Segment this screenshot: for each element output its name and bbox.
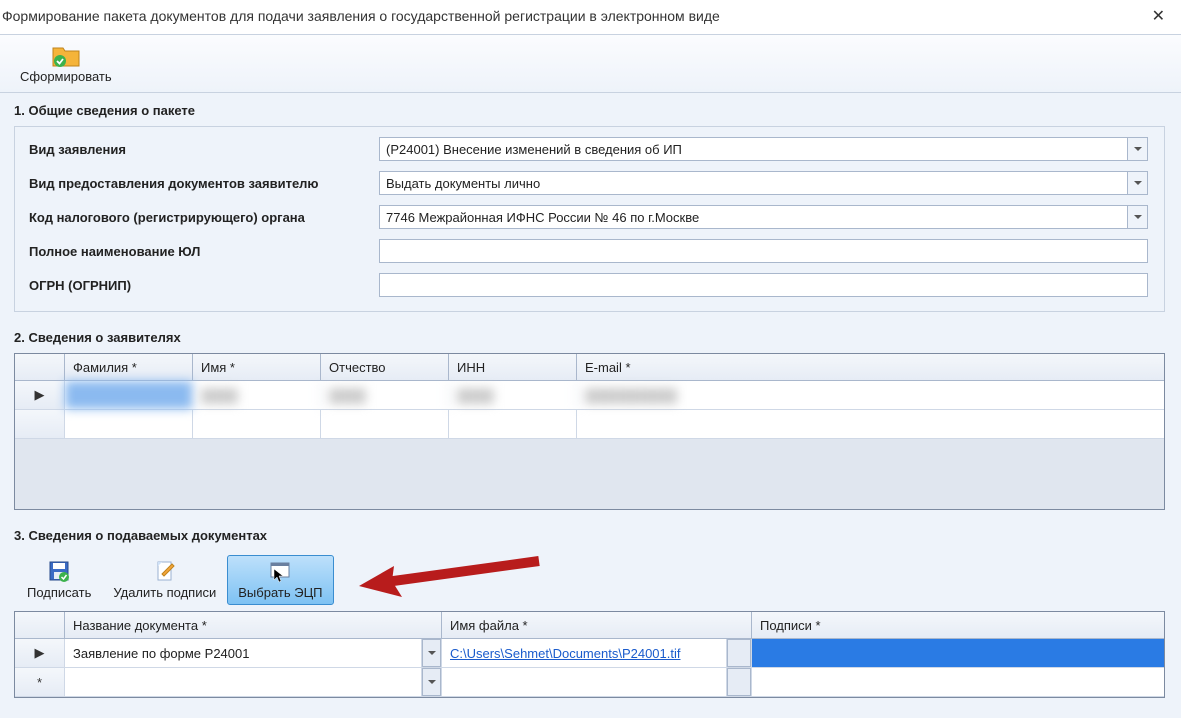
documents-row[interactable]: ▶ Заявление по форме Р24001 C:\Users\Seh… [15, 639, 1164, 668]
application-type-value: (Р24001) Внесение изменений в сведения о… [379, 137, 1128, 161]
applicant-firstname-cell[interactable]: ████ [193, 381, 321, 409]
row-selector[interactable]: ▶ [15, 381, 65, 409]
section-general-info: 1. Общие сведения о пакете Вид заявления… [14, 103, 1165, 312]
section-documents: 3. Сведения о подаваемых документах Подп… [14, 528, 1165, 698]
sign-button[interactable]: Подписать [16, 555, 102, 605]
documents-grid: Название документа * Имя файла * Подписи… [14, 611, 1165, 698]
delivery-method-label: Вид предоставления документов заявителю [29, 176, 379, 191]
sign-button-label: Подписать [27, 585, 91, 600]
folder-check-icon [51, 43, 81, 69]
doc-name-cell[interactable] [65, 668, 422, 696]
doc-file-cell[interactable]: C:\Users\Sehmet\Documents\P24001.tif [442, 639, 727, 667]
tax-code-dropdown-button[interactable] [1128, 205, 1148, 229]
main-toolbar: Сформировать [0, 35, 1181, 93]
section-applicants: 2. Сведения о заявителях Фамилия * Имя *… [14, 330, 1165, 510]
legal-full-name-label: Полное наименование ЮЛ [29, 244, 379, 259]
application-type-label: Вид заявления [29, 142, 379, 157]
applicant-lastname-cell[interactable] [65, 410, 193, 438]
ogrn-label: ОГРН (ОГРНИП) [29, 278, 379, 293]
choose-ecp-button[interactable]: Выбрать ЭЦП [227, 555, 333, 605]
choose-ecp-label: Выбрать ЭЦП [238, 585, 322, 600]
documents-new-row[interactable]: * [15, 668, 1164, 697]
ogrn-input[interactable] [379, 273, 1148, 297]
applicant-patronymic-cell[interactable] [321, 410, 449, 438]
applicant-email-cell[interactable]: ██████████ [577, 381, 1164, 409]
delivery-method-select[interactable]: Выдать документы лично [379, 171, 1148, 195]
chevron-down-icon [1134, 181, 1142, 185]
applicants-empty-row[interactable] [15, 410, 1164, 439]
applicants-firstname-header[interactable]: Имя * [193, 354, 321, 380]
applicants-inn-header[interactable]: ИНН [449, 354, 577, 380]
docs-name-header[interactable]: Название документа * [65, 612, 442, 638]
row-selector[interactable]: * [15, 668, 65, 696]
doc-file-browse-button[interactable] [727, 639, 752, 667]
applicant-lastname-cell[interactable]: ██████ [65, 381, 193, 409]
cursor-icon [272, 567, 288, 583]
close-button[interactable]: ✕ [1146, 4, 1171, 28]
applicant-patronymic-cell[interactable]: ████ [321, 381, 449, 409]
section1-title: 1. Общие сведения о пакете [14, 103, 1165, 118]
applicants-selector-header [15, 354, 65, 380]
applicant-email-cell[interactable] [577, 410, 1164, 438]
docs-signatures-header[interactable]: Подписи * [752, 612, 1164, 638]
applicants-email-header[interactable]: E-mail * [577, 354, 1164, 380]
doc-signatures-cell[interactable] [752, 639, 1164, 667]
docs-file-header[interactable]: Имя файла * [442, 612, 752, 638]
tax-code-value: 7746 Межрайонная ИФНС России № 46 по г.М… [379, 205, 1128, 229]
doc-file-browse-button[interactable] [727, 668, 752, 696]
section2-title: 2. Сведения о заявителях [14, 330, 1165, 345]
applicants-row[interactable]: ▶ ██████ ████ ████ ████ ██████████ [15, 381, 1164, 410]
documents-toolbar: Подписать Удалить подписи [14, 551, 1165, 611]
floppy-sign-icon [48, 560, 70, 582]
applicant-firstname-cell[interactable] [193, 410, 321, 438]
chevron-down-icon [1134, 215, 1142, 219]
row-selector[interactable]: ▶ [15, 639, 65, 667]
row-selector[interactable] [15, 410, 65, 438]
applicants-grid: Фамилия * Имя * Отчество ИНН E-mail * ▶ … [14, 353, 1165, 510]
application-type-select[interactable]: (Р24001) Внесение изменений в сведения о… [379, 137, 1148, 161]
applicants-lastname-header[interactable]: Фамилия * [65, 354, 193, 380]
annotation-red-arrow [354, 553, 554, 606]
section3-title: 3. Сведения о подаваемых документах [14, 528, 1165, 543]
docs-selector-header [15, 612, 65, 638]
tax-code-label: Код налогового (регистрирующего) органа [29, 210, 379, 225]
doc-file-link[interactable]: C:\Users\Sehmet\Documents\P24001.tif [450, 646, 681, 661]
doc-file-cell[interactable] [442, 668, 727, 696]
remove-signs-label: Удалить подписи [113, 585, 216, 600]
delivery-method-dropdown-button[interactable] [1128, 171, 1148, 195]
chevron-down-icon [428, 651, 436, 655]
remove-signs-button[interactable]: Удалить подписи [102, 555, 227, 605]
doc-name-dropdown-button[interactable] [422, 639, 442, 667]
doc-name-cell[interactable]: Заявление по форме Р24001 [65, 639, 422, 667]
applicants-grid-empty-area [15, 439, 1164, 509]
form-package-button[interactable]: Сформировать [12, 40, 120, 87]
applicants-patronymic-header[interactable]: Отчество [321, 354, 449, 380]
legal-full-name-input[interactable] [379, 239, 1148, 263]
window-title: Формирование пакета документов для подач… [2, 8, 720, 24]
form-package-label: Сформировать [20, 69, 112, 84]
applicant-inn-cell[interactable] [449, 410, 577, 438]
tax-code-select[interactable]: 7746 Межрайонная ИФНС России № 46 по г.М… [379, 205, 1148, 229]
delivery-method-value: Выдать документы лично [379, 171, 1128, 195]
applicant-inn-cell[interactable]: ████ [449, 381, 577, 409]
chevron-down-icon [428, 680, 436, 684]
chevron-down-icon [1134, 147, 1142, 151]
application-type-dropdown-button[interactable] [1128, 137, 1148, 161]
doc-signatures-cell[interactable] [752, 668, 1164, 696]
doc-name-dropdown-button[interactable] [422, 668, 442, 696]
doc-pencil-icon [154, 560, 176, 582]
